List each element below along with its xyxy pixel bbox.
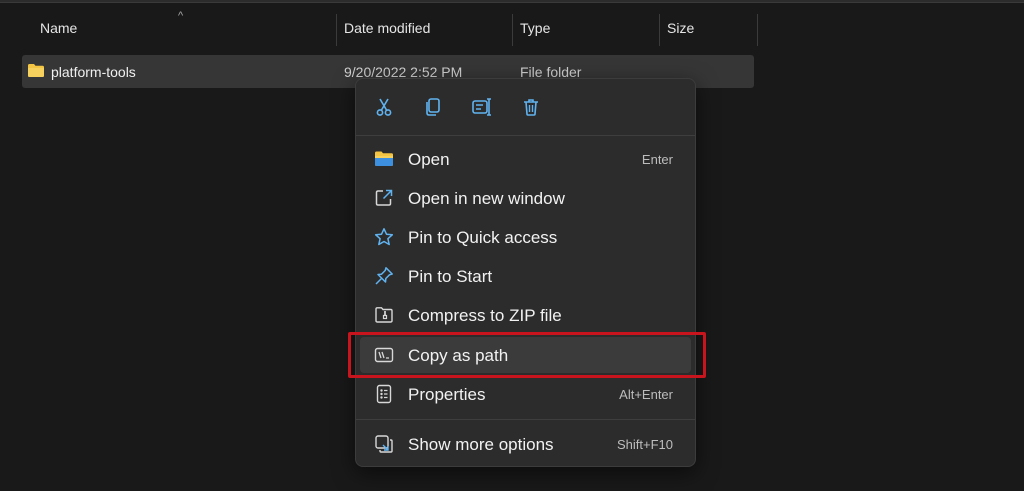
scissors-icon <box>376 98 392 116</box>
file-name: platform-tools <box>51 64 136 80</box>
menu-item-pin-start[interactable]: Pin to Start <box>360 258 691 294</box>
menu-item-open[interactable]: Open Enter <box>360 141 691 177</box>
menu-item-label: Compress to ZIP file <box>408 306 562 325</box>
menu-item-label: Pin to Quick access <box>408 228 558 247</box>
sort-ascending-icon: ^ <box>178 10 184 22</box>
menu-item-shortcut: Shift+F10 <box>616 437 673 452</box>
delete-button[interactable] <box>517 93 545 121</box>
column-header-name[interactable]: Name <box>32 8 77 48</box>
folder-icon <box>28 64 44 77</box>
menu-item-properties[interactable]: Properties Alt+Enter <box>360 376 691 412</box>
menu-divider <box>356 419 695 420</box>
menu-item-shortcut: Alt+Enter <box>619 387 673 402</box>
zip-folder-icon <box>375 307 393 323</box>
context-menu: Open Enter Open in new window Pin to Qui… <box>355 78 696 467</box>
menu-item-label: Open <box>408 150 450 169</box>
column-header-date-label: Date modified <box>344 20 431 36</box>
cut-button[interactable] <box>370 93 398 121</box>
menu-item-open-new-window[interactable]: Open in new window <box>360 180 691 216</box>
column-header-date-modified[interactable]: Date modified <box>336 8 430 48</box>
trash-icon <box>524 99 538 116</box>
column-header-size[interactable]: Size <box>659 8 694 48</box>
annotation-highlight-box <box>348 332 706 378</box>
column-header-type-label: Type <box>520 20 551 36</box>
rename-icon <box>472 98 491 116</box>
copy-icon <box>426 98 440 116</box>
column-header-type[interactable]: Type <box>512 8 550 48</box>
column-header-bar: Name ^ Date modified Type Size <box>0 8 760 48</box>
context-menu-toolbar <box>356 79 695 135</box>
menu-item-label: Open in new window <box>408 189 565 208</box>
menu-item-pin-quick-access[interactable]: Pin to Quick access <box>360 219 691 255</box>
menu-divider <box>356 135 695 136</box>
column-separator[interactable] <box>757 14 758 46</box>
window-top-border <box>0 0 1024 3</box>
pin-icon <box>375 267 393 285</box>
menu-item-label: Show more options <box>408 435 554 454</box>
menu-item-shortcut: Enter <box>641 152 673 167</box>
menu-item-show-more-options[interactable]: Show more options Shift+F10 <box>360 426 691 462</box>
copy-button[interactable] <box>419 93 447 121</box>
menu-item-compress-zip[interactable]: Compress to ZIP file <box>360 297 691 333</box>
menu-item-label: Pin to Start <box>408 267 493 286</box>
more-options-icon <box>375 435 393 453</box>
column-header-name-label: Name <box>40 20 78 36</box>
properties-icon <box>376 384 392 404</box>
column-header-size-label: Size <box>667 20 695 36</box>
menu-item-label: Properties <box>408 385 486 404</box>
rename-button[interactable] <box>468 93 496 121</box>
star-icon <box>374 228 394 246</box>
open-external-icon <box>375 189 393 206</box>
folder-icon <box>375 151 393 166</box>
